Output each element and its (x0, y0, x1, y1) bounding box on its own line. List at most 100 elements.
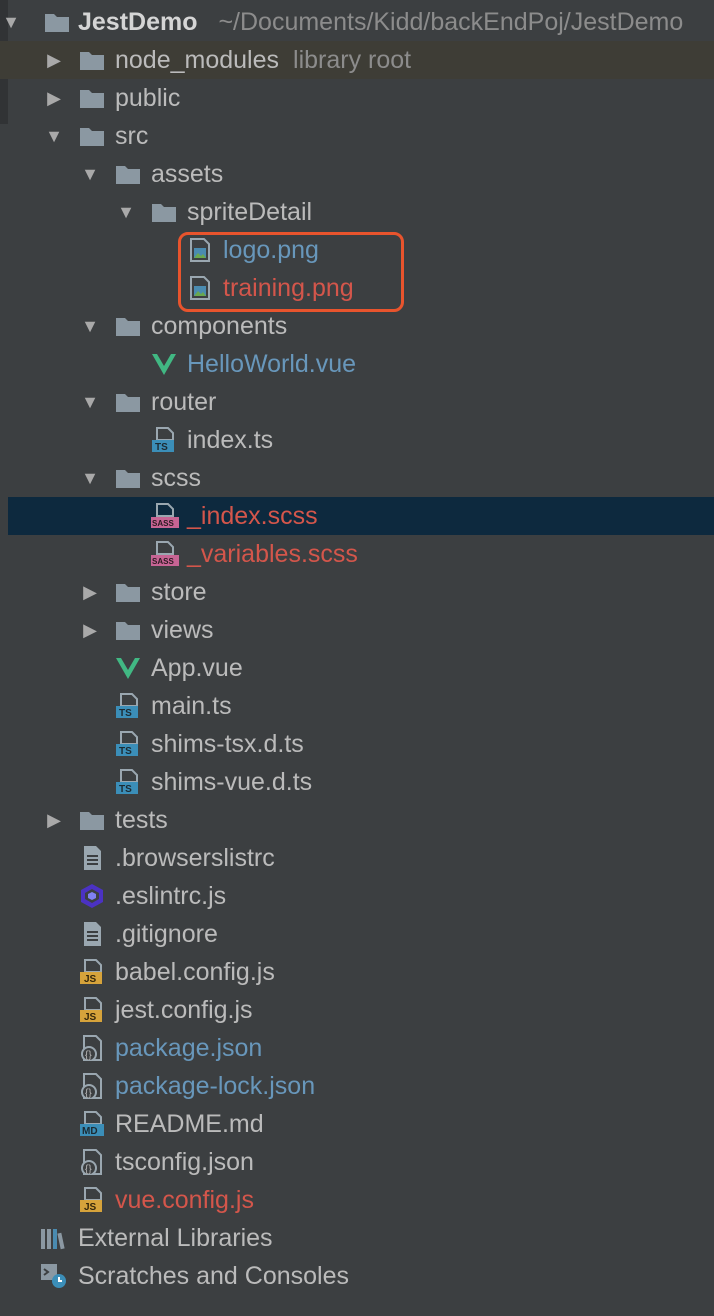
tree-item-name: views (151, 616, 214, 644)
tree-item-name: .eslintrc.js (115, 882, 227, 910)
text-file-icon (79, 845, 105, 871)
chevron-down-icon[interactable]: ▼ (79, 467, 101, 489)
tree-row[interactable]: SASS _variables.scss (0, 535, 714, 573)
tree-row[interactable]: Scratches and Consoles (0, 1257, 714, 1295)
ts-file-icon: TS (151, 427, 177, 453)
tree-row-label: src (115, 117, 148, 155)
chevron-down-icon[interactable]: ▼ (79, 315, 101, 337)
tree-row[interactable]: External Libraries (0, 1219, 714, 1257)
folder-icon (115, 579, 141, 605)
tree-row-label: main.ts (151, 687, 232, 725)
tree-row-label: shims-tsx.d.ts (151, 725, 304, 763)
chevron-right-icon[interactable]: ▶ (43, 49, 65, 71)
tree-row[interactable]: ▶ store (0, 573, 714, 611)
tree-row-label: .gitignore (115, 915, 218, 953)
chevron-right-icon[interactable]: ▶ (79, 619, 101, 641)
ts-file-icon: TS (115, 769, 141, 795)
tree-row[interactable]: {} package.json (0, 1029, 714, 1067)
folder-icon (79, 85, 105, 111)
svg-text:{}: {} (85, 1050, 92, 1061)
vue-icon (115, 655, 141, 681)
json-file-icon: {} (79, 1073, 105, 1100)
md-file-icon: MD (79, 1111, 105, 1137)
tree-item-name: .browserslistrc (115, 844, 275, 872)
svg-text:TS: TS (119, 784, 132, 795)
chevron-down-icon[interactable]: ▼ (43, 125, 65, 147)
tree-item-name: babel.config.js (115, 958, 275, 986)
tree-row[interactable]: TS main.ts (0, 687, 714, 725)
tree-row[interactable]: SASS _index.scss (8, 497, 714, 535)
tree-row[interactable]: JS jest.config.js (0, 991, 714, 1029)
sass-file-icon: SASS (151, 541, 179, 567)
tree-row[interactable]: ▼ src (0, 117, 714, 155)
tree-row-label: babel.config.js (115, 953, 275, 991)
folder-icon (115, 389, 141, 415)
tree-row-label: scss (151, 459, 201, 497)
tree-item-name: _variables.scss (187, 540, 358, 568)
chevron-right-icon[interactable]: ▶ (43, 809, 65, 831)
sass-file-icon: SASS (151, 503, 179, 529)
chevron-right-icon[interactable]: ▶ (79, 581, 101, 603)
tree-row[interactable]: {} tsconfig.json (0, 1143, 714, 1181)
tree-row[interactable]: .gitignore (0, 915, 714, 953)
js-file-icon: JS (79, 1187, 105, 1213)
folder-icon (115, 465, 141, 491)
json-file-icon: {} (79, 1035, 105, 1062)
folder-icon (115, 161, 141, 187)
tree-row[interactable]: App.vue (0, 649, 714, 687)
tree-item-name: .gitignore (115, 920, 218, 948)
tree-row-label: App.vue (151, 649, 243, 687)
folder-icon (151, 199, 177, 225)
tree-row[interactable]: ▼ spriteDetail (0, 193, 714, 231)
folder-icon (44, 9, 70, 35)
tree-row-project-root[interactable]: ▼ JestDemo ~/Documents/Kidd/backEndPoj/J… (0, 3, 714, 41)
tree-row-label: _variables.scss (187, 535, 358, 573)
tree-row[interactable]: TS shims-tsx.d.ts (0, 725, 714, 763)
tree-item-name: router (151, 388, 217, 416)
tree-row[interactable]: ▼ scss (0, 459, 714, 497)
folder-icon (79, 807, 105, 833)
tree-item-name: package-lock.json (115, 1072, 316, 1100)
tree-row-label: External Libraries (78, 1219, 273, 1257)
tree-row[interactable]: TS shims-vue.d.ts (0, 763, 714, 801)
folder-icon (115, 617, 141, 643)
svg-text:JS: JS (84, 974, 97, 985)
tree-row[interactable]: ▶ tests (0, 801, 714, 839)
tree-row-label: .eslintrc.js (115, 877, 226, 915)
tree-row[interactable]: ▶ public (0, 79, 714, 117)
tree-row-label: HelloWorld.vue (187, 345, 356, 383)
text-file-icon (79, 921, 105, 947)
tree-row[interactable]: ▶ views (0, 611, 714, 649)
chevron-down-icon[interactable]: ▼ (115, 201, 137, 223)
chevron-right-icon[interactable]: ▶ (43, 87, 65, 109)
folder-icon (115, 313, 141, 339)
chevron-down-icon[interactable]: ▼ (79, 163, 101, 185)
tree-row[interactable]: JS vue.config.js (0, 1181, 714, 1219)
tree-row[interactable]: ▼ assets (0, 155, 714, 193)
chevron-down-icon[interactable]: ▼ (79, 391, 101, 413)
tree-row[interactable]: ▼ components (0, 307, 714, 345)
tree-row[interactable]: MD README.md (0, 1105, 714, 1143)
folder-icon (79, 123, 105, 149)
tree-row-label: node_modules library root (115, 41, 411, 79)
svg-text:MD: MD (82, 1126, 98, 1137)
tree-item-name: spriteDetail (187, 198, 313, 226)
tree-item-name: tests (115, 806, 168, 834)
chevron-down-icon[interactable]: ▼ (0, 11, 22, 33)
library-root-hint: library root (293, 46, 412, 74)
tree-row[interactable]: JS babel.config.js (0, 953, 714, 991)
tree-row[interactable]: .eslintrc.js (0, 877, 714, 915)
tree-row-label: jest.config.js (115, 991, 253, 1029)
tree-row[interactable]: HelloWorld.vue (0, 345, 714, 383)
tree-row[interactable]: ▶ node_modules library root (0, 41, 714, 79)
tree-row[interactable]: ▼ router (0, 383, 714, 421)
tree-row[interactable]: .browserslistrc (0, 839, 714, 877)
js-file-icon: JS (79, 959, 105, 985)
tree-item-name: HelloWorld.vue (187, 350, 357, 378)
tree-row[interactable]: {} package-lock.json (0, 1067, 714, 1105)
tree-row[interactable]: TS index.ts (0, 421, 714, 459)
svg-text:TS: TS (155, 442, 168, 453)
tree-item-name: tsconfig.json (115, 1148, 254, 1176)
tree-row-label: _index.scss (187, 497, 318, 535)
tree-row-label: router (151, 383, 216, 421)
